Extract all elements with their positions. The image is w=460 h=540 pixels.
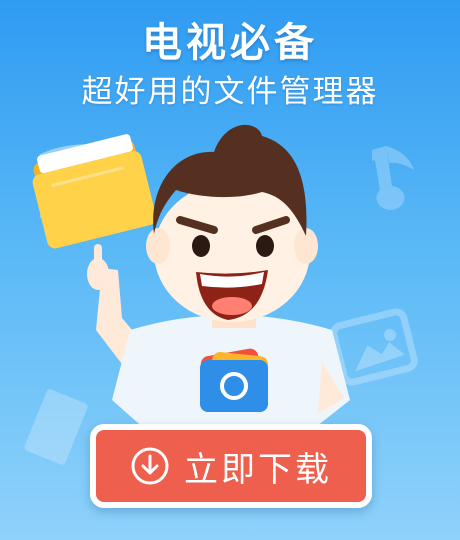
file-app-logo-icon <box>200 348 268 412</box>
film-strip-icon <box>24 389 88 465</box>
banner-title: 电视必备 <box>142 20 318 66</box>
music-note-icon <box>372 146 414 210</box>
image-icon <box>330 308 418 386</box>
download-button[interactable]: 立即下载 <box>90 424 372 508</box>
download-circle-icon <box>130 446 170 486</box>
download-button-label: 立即下载 <box>184 449 332 490</box>
app-promo-banner: 电视必备 超好用的文件管理器 立即下载 <box>0 0 460 540</box>
banner-subtitle: 超好用的文件管理器 <box>81 74 379 110</box>
folder-icon <box>32 134 157 249</box>
